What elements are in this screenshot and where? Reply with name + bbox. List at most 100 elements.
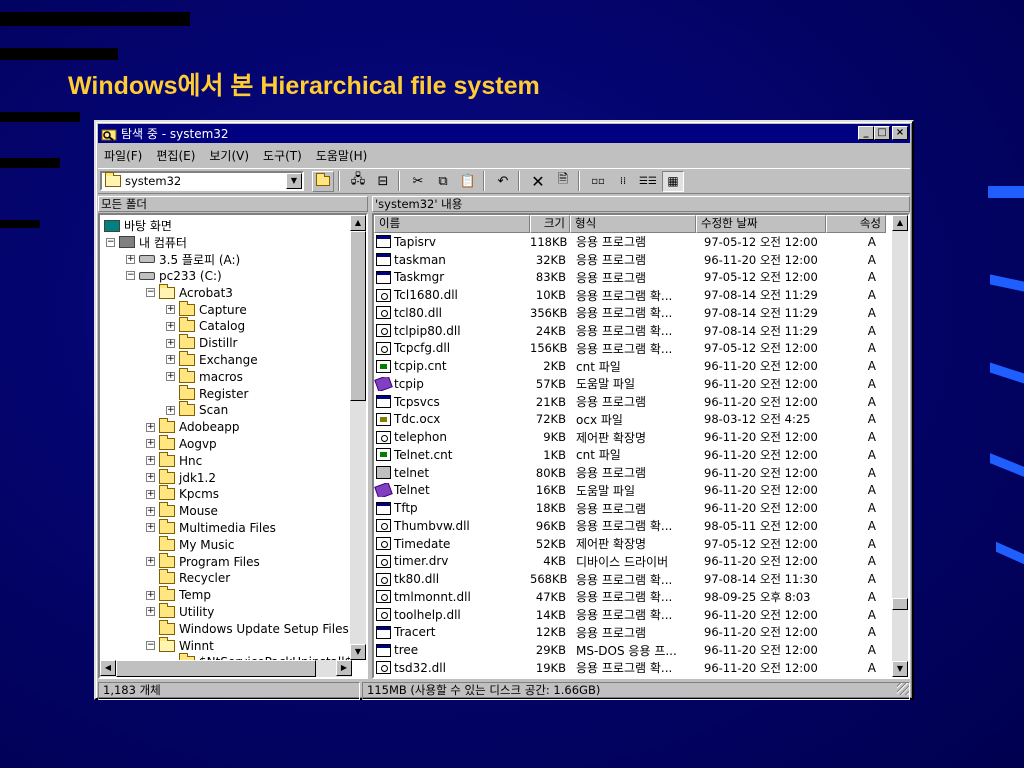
tree-item[interactable]: Windows Update Setup Files	[146, 619, 349, 637]
tree-item[interactable]: + Capture	[166, 300, 247, 318]
tree-expander[interactable]: −	[146, 641, 155, 650]
list-view-button[interactable]: ☰☰	[637, 171, 659, 192]
resize-grip[interactable]	[897, 683, 909, 695]
address-dropdown-button[interactable]: ▼	[286, 173, 302, 189]
window-titlebar[interactable]: 탐색 중 - system32 _ □ ×	[98, 124, 910, 143]
delete-button[interactable]: ✕	[527, 171, 549, 192]
file-row[interactable]: tsd32.dll 19KB 응용 프로그램 확... 96-11-20 오전 12:…	[374, 659, 894, 677]
scroll-down-button[interactable]: ▼	[892, 661, 908, 677]
file-row[interactable]: tclpip80.dll 24KB 응용 프로그램 확... 97-08-14 오전 …	[374, 322, 894, 340]
tree-expander[interactable]: +	[166, 321, 175, 331]
file-row[interactable]: toolhelp.dll 14KB 응용 프로그램 확... 96-11-20 오전 …	[374, 606, 894, 624]
file-row[interactable]: Tcl1680.dll 10KB 응용 프로그램 확... 97-08-14 오전 1…	[374, 286, 894, 304]
address-combo[interactable]: system32 ▼	[100, 171, 304, 191]
column-type[interactable]: 형식	[570, 215, 696, 233]
scroll-right-button[interactable]: ▶	[336, 660, 352, 676]
tree-expander[interactable]: +	[126, 254, 135, 264]
tree-expander[interactable]: −	[106, 237, 115, 247]
tree-item[interactable]: + jdk1.2	[146, 468, 216, 486]
tree-expander[interactable]: +	[166, 372, 175, 382]
tree-item[interactable]: + Kpcms	[146, 485, 219, 503]
tree-expander[interactable]: +	[146, 473, 155, 482]
menu-view[interactable]: 보기(V)	[209, 147, 249, 164]
column-name[interactable]: 이름	[374, 215, 530, 233]
disconnect-drive-button[interactable]: ⊟	[372, 171, 394, 192]
tree-item[interactable]: + Temp	[146, 586, 211, 604]
up-folder-button[interactable]	[312, 170, 334, 192]
menu-file[interactable]: 파일(F)	[104, 147, 142, 164]
tree-expander[interactable]: +	[146, 422, 155, 432]
file-row[interactable]: telephon 9KB 제어판 확장명 96-11-20 오전 12:00 A	[374, 428, 894, 446]
tree-item[interactable]: + macros	[166, 367, 243, 385]
file-row[interactable]: taskman 32KB 응용 프로그램 96-11-20 오전 12:00 A	[374, 251, 894, 269]
file-row[interactable]: tk80.dll 568KB 응용 프로그램 확... 97-08-14 오전 11:…	[374, 570, 894, 588]
tree-expander[interactable]: +	[146, 506, 155, 516]
file-row[interactable]: timer.drv 4KB 디바이스 드라이버 96-11-20 오전 12:00 A	[374, 553, 894, 571]
tree-item[interactable]: + Adobeapp	[146, 418, 240, 436]
tree-item[interactable]: − Winnt	[146, 636, 214, 654]
details-view-button[interactable]: ▦	[662, 170, 684, 192]
file-row[interactable]: Tcpcfg.dll 156KB 응용 프로그램 확... 97-05-12 오전 1…	[374, 340, 894, 358]
column-attributes[interactable]: 속성	[826, 215, 886, 233]
tree-expander[interactable]: +	[146, 590, 155, 600]
file-row[interactable]: Taskmgr 83KB 응용 프로그램 97-05-12 오전 12:00 A	[374, 269, 894, 287]
tree-item[interactable]: + Exchange	[166, 350, 258, 368]
tree-expander[interactable]: +	[166, 355, 175, 365]
file-row[interactable]: Tapisrv 118KB 응용 프로그램 97-05-12 오전 12:00 A	[374, 233, 894, 251]
menu-edit[interactable]: 편집(E)	[156, 147, 195, 164]
file-row[interactable]: Thumbvw.dll 96KB 응용 프로그램 확... 98-05-11 오전 1…	[374, 517, 894, 535]
tree-item[interactable]: + Catalog	[166, 317, 245, 335]
file-row[interactable]: Telnet.cnt 1KB cnt 파일 96-11-20 오전 12:00 A	[374, 446, 894, 464]
file-row[interactable]: tcpip.cnt 2KB cnt 파일 96-11-20 오전 12:00 A	[374, 357, 894, 375]
cut-button[interactable]: ✂	[407, 171, 429, 192]
tree-item[interactable]: + Distillr	[166, 334, 237, 352]
scroll-thumb[interactable]	[892, 598, 908, 610]
tree-expander[interactable]: +	[146, 607, 155, 617]
tree-expander[interactable]: +	[166, 405, 175, 415]
tree-expander[interactable]: +	[146, 439, 155, 449]
tree-horizontal-scrollbar[interactable]: ◀ ▶	[100, 660, 352, 677]
tree-item[interactable]: − Acrobat3	[146, 283, 233, 301]
maximize-button[interactable]: □	[874, 126, 890, 140]
scroll-down-button[interactable]: ▼	[350, 644, 366, 660]
tree-item[interactable]: + Hnc	[146, 451, 202, 469]
tree-item[interactable]: +3.5 플로피 (A:)	[126, 251, 240, 268]
tree-item[interactable]: + Multimedia Files	[146, 518, 276, 536]
tree-expander[interactable]: +	[146, 523, 155, 533]
file-row[interactable]: telnet 80KB 응용 프로그램 96-11-20 오전 12:00 A	[374, 464, 894, 482]
map-drive-button[interactable]: 🖧	[347, 171, 369, 192]
large-icons-button[interactable]: ▫▫	[587, 171, 609, 192]
menu-help[interactable]: 도움말(H)	[316, 147, 368, 164]
file-row[interactable]: Tdc.ocx 72KB ocx 파일 98-03-12 오전 4:25 A	[374, 411, 894, 429]
copy-button[interactable]: ⧉	[432, 171, 454, 192]
column-size[interactable]: 크기	[530, 215, 570, 233]
scroll-left-button[interactable]: ◀	[100, 660, 116, 676]
column-modified[interactable]: 수정한 날짜	[696, 215, 826, 233]
minimize-button[interactable]: _	[858, 126, 874, 140]
properties-button[interactable]: 🗎	[552, 171, 574, 192]
menu-tools[interactable]: 도구(T)	[263, 147, 302, 164]
file-row[interactable]: Timedate 52KB 제어판 확장명 97-05-12 오전 12:00 A	[374, 535, 894, 553]
tree-expander[interactable]: +	[166, 305, 175, 314]
tree-expander[interactable]: +	[166, 338, 175, 348]
tree-item[interactable]: + Scan	[166, 401, 228, 419]
tree-expander[interactable]: −	[146, 288, 155, 298]
close-button[interactable]: ×	[892, 126, 908, 140]
list-vertical-scrollbar[interactable]: ▲ ▼	[892, 215, 908, 677]
file-row[interactable]: tcl80.dll 356KB 응용 프로그램 확... 97-08-14 오전 11…	[374, 304, 894, 322]
tree-item[interactable]: − pc233 (C:)	[126, 267, 222, 284]
file-row[interactable]: tcpip 57KB 도움말 파일 96-11-20 오전 12:00 A	[374, 375, 894, 393]
tree-expander[interactable]: +	[146, 456, 155, 466]
tree-vertical-scrollbar[interactable]: ▲ ▼	[350, 215, 366, 660]
tree-item[interactable]: Recycler	[146, 569, 230, 587]
tree-expander[interactable]: +	[146, 489, 155, 499]
file-row[interactable]: Tcpsvcs 21KB 응용 프로그램 96-11-20 오전 12:00 A	[374, 393, 894, 411]
tree-item[interactable]: My Music	[146, 535, 234, 553]
tree-item[interactable]: 바탕 화면	[104, 217, 172, 234]
tree-expander[interactable]: +	[146, 557, 155, 566]
tree-item[interactable]: − 내 컴퓨터	[106, 234, 187, 251]
file-row[interactable]: tmlmonnt.dll 47KB 응용 프로그램 확... 98-09-25 오후 …	[374, 588, 894, 606]
paste-button[interactable]: 📋	[457, 171, 479, 192]
tree-item[interactable]: + Mouse	[146, 502, 218, 520]
file-row[interactable]: Telnet 16KB 도움말 파일 96-11-20 오전 12:00 A	[374, 482, 894, 500]
